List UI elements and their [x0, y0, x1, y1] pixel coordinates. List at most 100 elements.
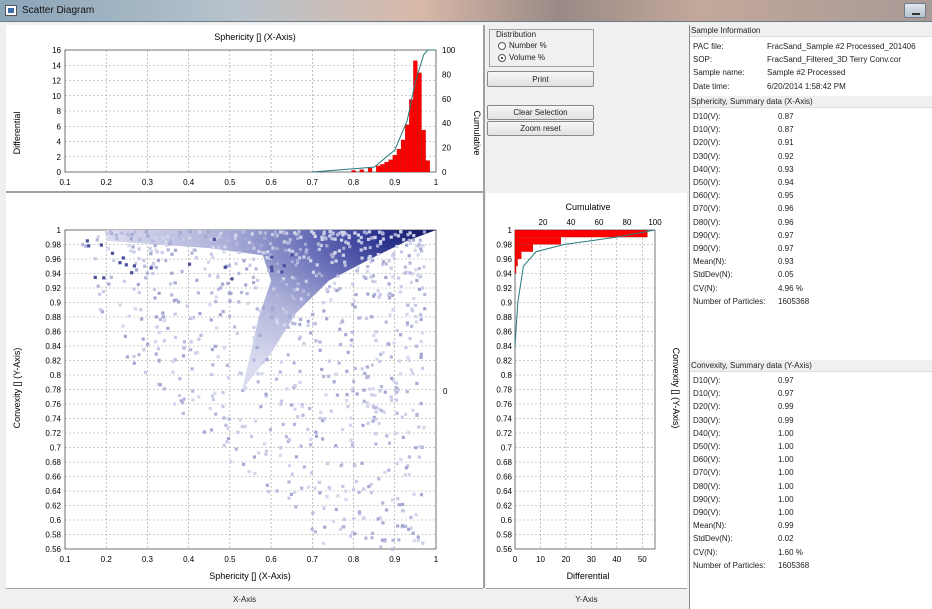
- heatmap-cell: [264, 392, 268, 396]
- heatmap-cell: [387, 282, 391, 286]
- radio-icon[interactable]: [498, 41, 506, 50]
- heatmap-cell: [313, 530, 317, 534]
- heatmap-cell: [252, 358, 256, 362]
- heatmap-cell: [261, 360, 265, 364]
- print-button[interactable]: Print: [487, 71, 594, 87]
- heatmap-cell: [405, 390, 409, 394]
- heatmap-cell: [343, 263, 347, 267]
- heatmap-cell: [337, 249, 341, 253]
- scatter-diagram[interactable]: 0.1 0.2 0.3 0.4 0.5 0.6 0.7 0.8 0.9 1 0.56 0.58 0.6 0…: [6, 193, 483, 588]
- sphericity-value: 0.91: [778, 138, 794, 148]
- heatmap-cell: [355, 269, 359, 273]
- heatmap-cell: [348, 534, 353, 538]
- heatmap-cell: [99, 243, 103, 247]
- heatmap-cell: [214, 300, 218, 304]
- heatmap-cell: [127, 314, 131, 318]
- heatmap-cell: [265, 483, 269, 487]
- heatmap-cell: [419, 339, 423, 344]
- x-tick-label: 0: [513, 555, 518, 564]
- heatmap-cell: [225, 440, 229, 444]
- heatmap-cell: [408, 261, 412, 265]
- clear-selection-button[interactable]: Clear Selection: [487, 105, 594, 120]
- heatmap-cell: [169, 282, 173, 286]
- heatmap-cell: [208, 406, 212, 411]
- heatmap-cell: [253, 286, 258, 290]
- heatmap-cell: [160, 250, 164, 255]
- heatmap-cell: [162, 387, 167, 391]
- heatmap-cell: [300, 404, 305, 409]
- histogram-bar: [409, 99, 414, 173]
- histogram-bar: [514, 266, 517, 274]
- heatmap-cell: [411, 238, 416, 242]
- zoom-reset-button[interactable]: Zoom reset: [487, 121, 594, 136]
- sphericity-row: D40(V): 0.93: [693, 165, 794, 174]
- radio-volume-percent[interactable]: Volume %: [498, 53, 545, 62]
- y-tick-label: 0.94: [496, 270, 512, 279]
- histogram-bar: [421, 129, 426, 173]
- histogram-bar: [514, 230, 648, 238]
- heatmap-cell: [367, 256, 371, 260]
- heatmap-cell: [396, 234, 401, 238]
- convexity-histogram[interactable]: Cumulative Differential Convexity [] (Y-…: [486, 193, 687, 588]
- heatmap-cell: [394, 431, 399, 435]
- heatmap-cell: [379, 240, 383, 244]
- heatmap-cell: [415, 278, 419, 283]
- sphericity-row: D90(V): 0.97: [693, 244, 794, 253]
- heatmap-cell: [362, 388, 366, 392]
- histogram-bar: [392, 155, 397, 173]
- heatmap-cell: [365, 269, 369, 274]
- heatmap-cell: [354, 292, 358, 297]
- heatmap-cell: [228, 299, 232, 303]
- heatmap-cell: [126, 230, 131, 234]
- heatmap-cell: [359, 235, 363, 240]
- heatmap-cell: [254, 267, 258, 271]
- heatmap-cell: [314, 434, 319, 438]
- heatmap-cell: [270, 268, 274, 273]
- heatmap-cell: [290, 260, 294, 264]
- heatmap-cell: [85, 239, 89, 243]
- heatmap-cell: [325, 288, 329, 292]
- info-scrollbar[interactable]: [928, 37, 932, 337]
- sphericity-histogram[interactable]: Sphericity [] (X-Axis) Differential Cumu…: [6, 25, 483, 191]
- radio-number-percent[interactable]: Number %: [498, 41, 547, 50]
- x-tick-label: 0.8: [348, 178, 360, 187]
- heatmap-cell: [389, 395, 393, 399]
- heatmap-cell: [197, 337, 201, 341]
- heatmap-cell: [227, 291, 231, 295]
- radio-selected-icon[interactable]: [498, 53, 506, 62]
- heatmap-cell: [403, 524, 408, 528]
- convexity-value: 1.00: [778, 442, 794, 451]
- heatmap-cell: [407, 358, 411, 363]
- heatmap-cell: [298, 247, 303, 252]
- heatmap-cell: [156, 347, 161, 351]
- heatmap-cell: [421, 244, 425, 248]
- heatmap-cell: [378, 389, 382, 393]
- heatmap-cell: [387, 441, 392, 445]
- convexity-row: StdDev(N): 0.02: [693, 534, 794, 543]
- heatmap-cell: [284, 310, 288, 314]
- heatmap-cell: [325, 495, 329, 499]
- y-tick-label: 0.62: [496, 502, 512, 511]
- y-tick-label: 4: [57, 138, 62, 147]
- y-histogram-x-label: Differential: [567, 571, 610, 581]
- heatmap-cell: [264, 452, 268, 456]
- heatmap-cell: [381, 501, 385, 505]
- heatmap-cell: [352, 379, 356, 384]
- heatmap-cell: [362, 399, 366, 403]
- heatmap-cell: [314, 339, 318, 343]
- title-bar: Scatter Diagram: [0, 0, 932, 22]
- sphericity-key: D50(V):: [693, 178, 721, 187]
- heatmap-cell: [376, 517, 380, 521]
- sample-info-key: SOP:: [693, 55, 713, 65]
- heatmap-cell: [347, 234, 351, 238]
- heatmap-cell: [273, 246, 277, 251]
- heatmap-cell: [392, 257, 397, 261]
- heatmap-cell: [323, 525, 327, 529]
- heatmap-cell: [336, 494, 340, 498]
- minimize-button[interactable]: [904, 3, 926, 18]
- heatmap-cell: [178, 231, 182, 235]
- sample-info-row: Date time: 6/20/2014 1:58:42 PM: [693, 82, 846, 91]
- y-tick-label: 10: [52, 92, 61, 101]
- sphericity-key: D10(V):: [693, 112, 721, 121]
- heatmap-cell: [296, 236, 300, 241]
